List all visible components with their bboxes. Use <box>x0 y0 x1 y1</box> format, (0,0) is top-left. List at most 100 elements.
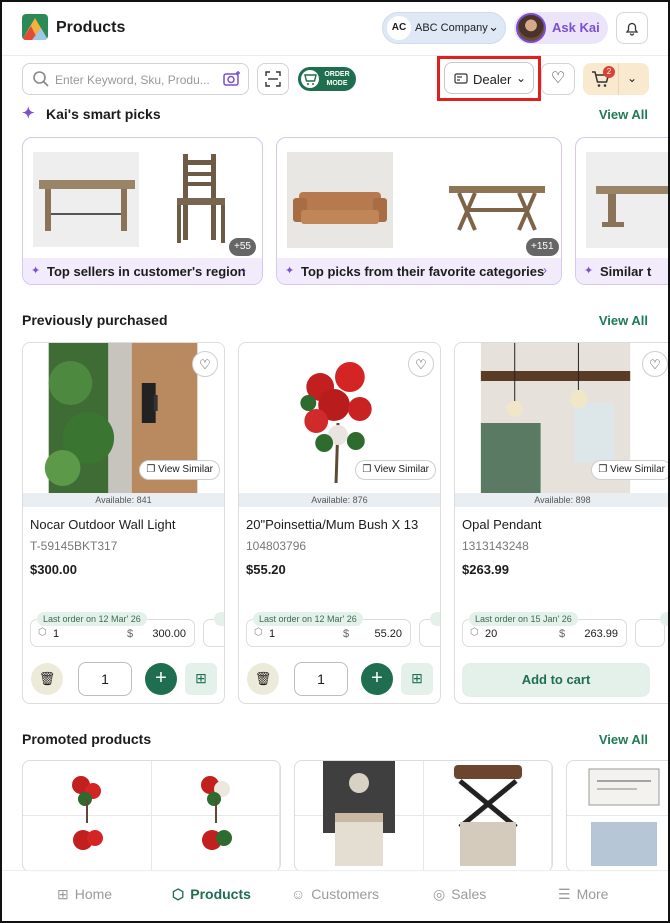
promoted-products-title: Promoted products <box>22 731 152 747</box>
previously-purchased-title: Previously purchased <box>22 312 168 328</box>
product-card[interactable]: ♡ ❐ View Similar Available: 876 20"Poins… <box>238 342 441 704</box>
nav-sales[interactable]: ◎ Sales <box>433 886 486 903</box>
promo-image <box>151 761 280 823</box>
promoted-products-view-all[interactable]: View All <box>599 732 648 747</box>
delete-button[interactable]: 🗑 <box>31 663 63 695</box>
notifications-button[interactable] <box>616 12 648 44</box>
company-selector[interactable]: AC ABC Company ⌄ <box>382 12 506 44</box>
favorite-button[interactable]: ♡ <box>192 351 218 377</box>
nav-customers-label: Customers <box>311 886 379 902</box>
variants-button[interactable]: ⊞ <box>401 663 433 695</box>
nav-products[interactable]: ⬡ Products <box>172 886 251 903</box>
promo-image <box>151 816 280 871</box>
search-input[interactable]: Enter Keyword, Sku, Produ... <box>55 73 220 87</box>
promo-image <box>567 761 670 816</box>
promoted-card[interactable] <box>294 760 553 872</box>
cart-button[interactable]: 2 ⌄ <box>583 63 649 95</box>
bell-icon <box>625 22 639 36</box>
chevron-down-icon: ⌄ <box>488 19 499 34</box>
sparkle-icon: ✦ <box>584 265 594 277</box>
last-order-badge: Last order on 12 Mar' 26 <box>253 612 363 626</box>
favorites-button[interactable]: ♡ <box>541 63 575 95</box>
avatar <box>516 13 546 43</box>
quantity-input[interactable]: 1 <box>78 662 132 696</box>
product-name[interactable]: Opal Pendant <box>462 517 542 532</box>
sparkle-icon: ✦ <box>22 105 35 122</box>
divider <box>618 63 619 95</box>
search-field[interactable]: Enter Keyword, Sku, Produ... <box>22 63 249 95</box>
last-order-badge-next <box>660 612 670 626</box>
box-icon: ⬡ <box>172 886 185 902</box>
nav-home[interactable]: ⊞ Home <box>57 886 112 903</box>
box-icon: ⬡ <box>38 627 47 638</box>
product-sku: 104803796 <box>246 539 307 553</box>
promoted-card[interactable] <box>22 760 281 872</box>
add-button[interactable]: + <box>361 663 393 695</box>
smart-pick-card[interactable]: +151 ✦ Top picks from their favorite cat… <box>276 137 562 285</box>
dealer-dropdown[interactable]: Dealer ⌄ <box>444 62 534 94</box>
trash-icon: 🗑 <box>254 671 272 686</box>
plus-icon: + <box>155 667 167 689</box>
heart-icon: ♡ <box>199 357 211 372</box>
promo-image <box>23 816 152 871</box>
nav-sales-label: Sales <box>451 886 487 902</box>
menu-icon: ☰ <box>558 886 571 902</box>
nav-more-label: More <box>576 886 609 902</box>
favorite-button[interactable]: ♡ <box>642 351 668 377</box>
chevron-down-icon[interactable]: ⌄ <box>627 71 637 85</box>
grid-icon: ⊞ <box>411 670 423 686</box>
page-title: Products <box>56 19 126 36</box>
smart-pick-card[interactable]: +55 ✦ Top sellers in customer's region › <box>22 137 263 285</box>
smart-pick-label: Top picks from their favorite categories <box>301 264 545 279</box>
view-similar-label: View Similar <box>374 464 429 475</box>
scan-button[interactable] <box>257 63 289 95</box>
product-price: $300.00 <box>30 562 77 577</box>
order-mode-toggle[interactable]: ORDER MODE <box>298 67 356 91</box>
smart-pick-label: Similar t <box>600 264 652 279</box>
nav-more[interactable]: ☰ More <box>558 886 608 903</box>
quantity-input[interactable]: 1 <box>294 662 348 696</box>
nav-customers[interactable]: ☺ Customers <box>291 886 379 902</box>
view-similar-button[interactable]: ❐ View Similar <box>591 460 670 480</box>
product-card[interactable]: ♡ ❐ View Similar Available: 898 Opal Pen… <box>454 342 670 704</box>
chevron-right-icon: › <box>242 263 246 277</box>
add-button[interactable]: + <box>145 663 177 695</box>
company-name: ABC Company <box>415 22 488 34</box>
chevron-right-icon: › <box>543 263 547 277</box>
similar-icon: ❐ <box>362 464 375 475</box>
similar-icon: ❐ <box>598 464 611 475</box>
delete-button[interactable]: 🗑 <box>247 663 279 695</box>
card-caption: ✦ Top sellers in customer's region › <box>23 258 262 284</box>
smart-pick-card[interactable]: ✦ Similar t <box>575 137 670 285</box>
availability: Available: 898 <box>455 493 670 507</box>
ask-kai-button[interactable]: Ask Kai <box>514 12 608 44</box>
last-order-badge: Last order on 12 Mar' 26 <box>37 612 147 626</box>
plus-icon: + <box>371 667 383 689</box>
product-name[interactable]: Nocar Outdoor Wall Light <box>30 517 175 532</box>
smart-picks-view-all[interactable]: View All <box>599 107 648 122</box>
add-to-cart-button[interactable]: Add to cart <box>462 663 650 697</box>
previously-purchased-view-all[interactable]: View All <box>599 313 648 328</box>
last-order-amount: 263.99 <box>584 628 618 640</box>
coins-icon: ◎ <box>433 886 446 902</box>
trash-icon: 🗑 <box>38 671 56 686</box>
availability: Available: 876 <box>239 493 440 507</box>
favorite-button[interactable]: ♡ <box>408 351 434 377</box>
promo-image <box>567 816 670 871</box>
heart-icon: ♡ <box>550 70 566 87</box>
product-name[interactable]: 20"Poinsettia/Mum Bush X 13 <box>246 517 418 532</box>
dining-table-image <box>33 152 139 247</box>
promoted-card[interactable] <box>566 760 670 872</box>
card-caption: ✦ Top picks from their favorite categori… <box>277 258 561 284</box>
product-card[interactable]: ♡ ❐ View Similar Available: 841 Nocar Ou… <box>22 342 225 704</box>
view-similar-button[interactable]: ❐ View Similar <box>139 460 220 480</box>
price-tag-icon <box>454 71 468 88</box>
image-search-icon[interactable] <box>222 70 242 88</box>
sparkle-icon: ✦ <box>285 265 295 277</box>
last-order-qty: 20 <box>485 628 498 640</box>
variants-button[interactable]: ⊞ <box>185 663 217 695</box>
cart-icon <box>301 70 319 88</box>
view-similar-button[interactable]: ❐ View Similar <box>355 460 436 480</box>
company-initials: AC <box>387 16 411 40</box>
smart-pick-label: Top sellers in customer's region <box>47 264 246 279</box>
